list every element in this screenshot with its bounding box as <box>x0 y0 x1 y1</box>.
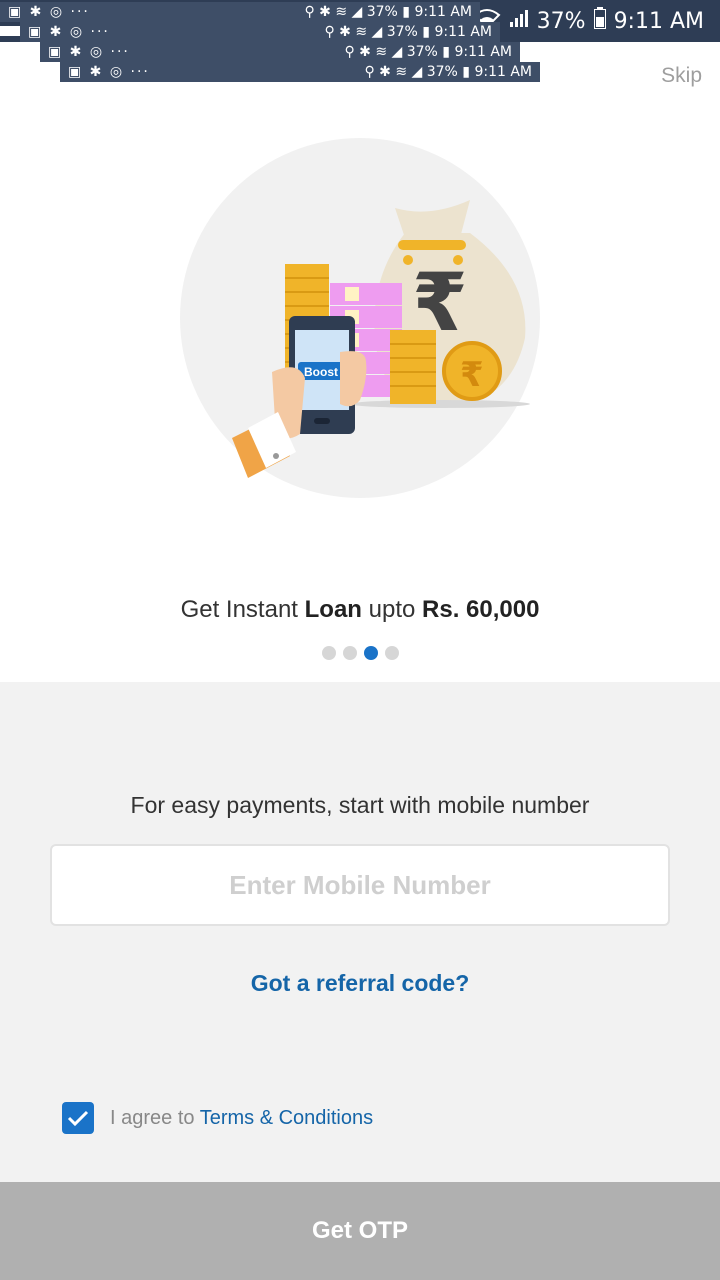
terms-checkbox[interactable] <box>62 1102 94 1134</box>
check-icon <box>67 1110 89 1127</box>
login-panel: For easy payments, start with mobile num… <box>0 682 720 1182</box>
pager-dot-active[interactable] <box>363 646 378 660</box>
pager-dots <box>0 646 720 660</box>
coin-rupee-icon: ₹ <box>460 355 484 395</box>
headline: Get Instant Loan upto Rs. 60,000 <box>180 596 540 623</box>
status-glitch-row: ▣ ✱ ◎ ··· ⚲ ✱ ≋ ◢ 37% ▮ 9:11 AM <box>60 62 540 82</box>
terms-agreement-row: I agree to Terms & Conditions <box>62 1102 373 1134</box>
battery-icon <box>593 7 606 35</box>
status-bar-right: 37% 9:11 AM <box>473 6 704 36</box>
agree-text: I agree to Terms & Conditions <box>110 1106 374 1129</box>
mobile-number-input[interactable] <box>50 844 670 926</box>
referral-code-link[interactable]: Got a referral code? <box>0 970 720 997</box>
status-glitch-row: ▣ ✱ ◎ ··· ⚲ ✱ ≋ ◢ 37% ▮ 9:11 AM <box>20 22 500 42</box>
loan-illustration: ₹ ₹ Boost <box>180 138 540 498</box>
pager-dot[interactable] <box>321 646 336 660</box>
terms-link[interactable]: Terms & Conditions <box>200 1107 373 1129</box>
get-otp-button[interactable]: Get OTP <box>0 1182 720 1280</box>
battery-percent: 37% <box>536 8 586 34</box>
clock: 9:11 AM <box>613 8 704 34</box>
status-glitch-row: ▣ ✱ ◎ ··· ⚲ ✱ ≋ ◢ 37% ▮ 9:11 AM <box>40 42 520 62</box>
mobile-prompt: For easy payments, start with mobile num… <box>130 792 590 818</box>
status-glitch-row: ▣ ✱ ◎ ··· ⚲ ✱ ≋ ◢ 37% ▮ 9:11 AM <box>0 2 480 22</box>
signal-icon <box>509 8 529 34</box>
pager-dot[interactable] <box>384 646 399 660</box>
skip-button[interactable]: Skip <box>661 64 702 88</box>
pager-dot[interactable] <box>342 646 357 660</box>
phone-brand-label: Boost <box>304 365 338 379</box>
